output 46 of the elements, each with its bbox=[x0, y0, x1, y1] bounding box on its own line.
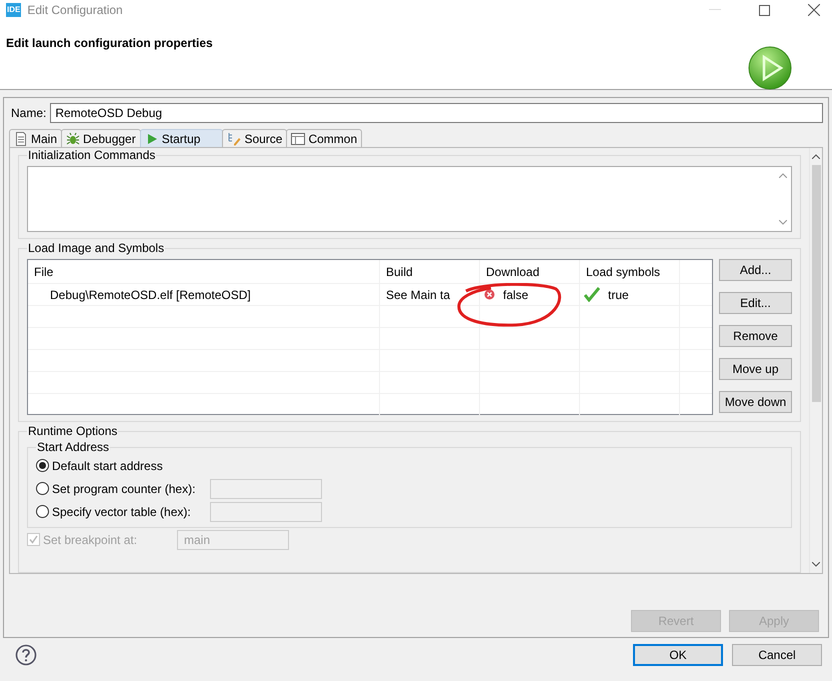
table-cell: true bbox=[608, 288, 629, 302]
dialog-button[interactable]: Cancel bbox=[732, 644, 822, 666]
help-icon[interactable] bbox=[15, 644, 37, 666]
column-header: File bbox=[34, 264, 54, 278]
table-cell: false bbox=[503, 288, 528, 302]
side-button[interactable]: Move down bbox=[719, 391, 792, 413]
column-header: Build bbox=[386, 264, 413, 278]
tab[interactable]: Source bbox=[222, 129, 288, 147]
column-header: Load symbols bbox=[586, 264, 660, 278]
play-icon bbox=[748, 46, 792, 90]
app-icon: IDE bbox=[6, 3, 22, 17]
group-title: Runtime Options bbox=[27, 424, 118, 438]
scroll-down-icon[interactable] bbox=[779, 220, 787, 225]
tab[interactable]: Common bbox=[286, 129, 362, 147]
side-button[interactable]: Add... bbox=[719, 259, 792, 281]
window-title: Edit Configuration bbox=[27, 3, 123, 17]
maximize-icon[interactable] bbox=[759, 4, 770, 16]
scrollbar[interactable] bbox=[809, 148, 822, 573]
side-button[interactable]: Remove bbox=[719, 325, 792, 347]
scroll-up-icon[interactable] bbox=[779, 173, 787, 178]
group-title: Load Image and Symbols bbox=[27, 241, 166, 255]
name-label: Name: bbox=[10, 106, 46, 120]
scroll-up-icon[interactable] bbox=[812, 154, 820, 159]
table-cell-text: Debug\RemoteOSD.elf [RemoteOSD] bbox=[49, 288, 251, 302]
document-icon bbox=[14, 132, 28, 146]
radio-option[interactable]: Default start address bbox=[36, 458, 200, 472]
source-icon bbox=[227, 132, 242, 146]
bug-icon bbox=[66, 132, 80, 146]
scroll-down-icon[interactable] bbox=[812, 562, 820, 567]
radio-option[interactable]: Set program counter (hex): bbox=[36, 482, 200, 496]
tab[interactable]: Main bbox=[9, 129, 62, 147]
header-title: Edit launch configuration properties bbox=[6, 36, 213, 50]
table-cell: See Main ta bbox=[386, 288, 450, 302]
radio-option[interactable]: Specify vector table (hex): bbox=[36, 504, 200, 518]
group-title: Initialization Commands bbox=[27, 148, 156, 162]
tab[interactable]: Debugger bbox=[61, 129, 141, 147]
side-button[interactable]: Edit... bbox=[719, 292, 792, 314]
commands-field[interactable] bbox=[27, 166, 792, 232]
group-title: Start Address bbox=[36, 440, 110, 454]
name-field[interactable]: RemoteOSD Debug bbox=[50, 103, 823, 123]
table-icon bbox=[291, 132, 306, 146]
column-header: Download bbox=[486, 264, 540, 278]
side-button[interactable]: Move up bbox=[719, 358, 792, 380]
dialog-button[interactable]: OK bbox=[633, 644, 723, 666]
close-icon[interactable] bbox=[808, 4, 820, 16]
tab[interactable]: Startup bbox=[140, 129, 224, 147]
